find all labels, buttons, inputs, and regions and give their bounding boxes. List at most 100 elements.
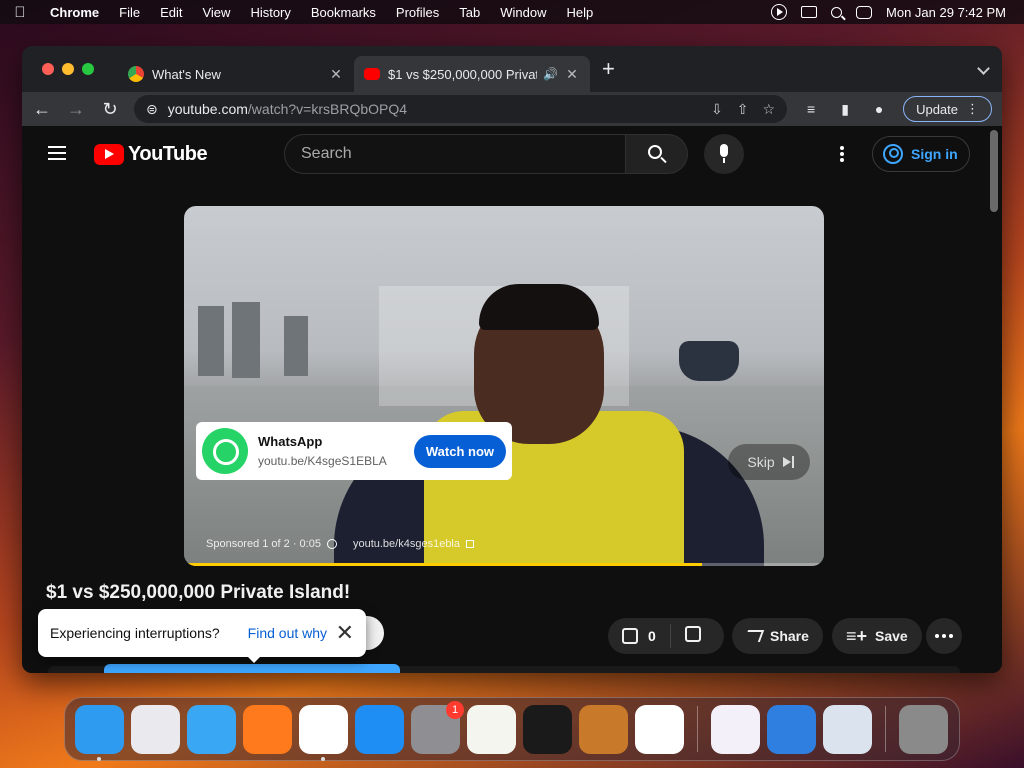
tab-whats-new[interactable]: What's New ✕ <box>118 56 354 92</box>
tab-youtube-video[interactable]: $1 vs $250,000,000 Privat 🔊 ✕ <box>354 56 590 92</box>
minimize-window-button[interactable] <box>62 63 74 75</box>
bookmark-star-icon[interactable]: ☆ <box>763 101 776 118</box>
skip-next-icon <box>782 456 794 468</box>
menu-app-name[interactable]: Chrome <box>40 5 109 20</box>
menu-profiles[interactable]: Profiles <box>386 5 449 20</box>
dock-firefox-icon[interactable] <box>243 704 292 754</box>
sign-in-button[interactable]: Sign in <box>872 136 970 172</box>
dock-finder-icon[interactable] <box>75 704 124 761</box>
profile-icon[interactable]: ● <box>869 101 889 117</box>
youtube-logo[interactable]: YouTube <box>94 143 208 166</box>
page-scrollbar[interactable] <box>990 130 998 212</box>
close-tooltip-icon[interactable]: ✕ <box>336 622 354 644</box>
menu-bookmarks[interactable]: Bookmarks <box>301 5 386 20</box>
url-path: /watch?v=krsBRQbOPQ4 <box>247 101 408 117</box>
tooltip-anchor-highlight <box>104 664 400 673</box>
back-button[interactable]: ← <box>32 99 52 120</box>
media-controls-icon[interactable]: ≡ <box>801 101 821 117</box>
menu-help[interactable]: Help <box>557 5 604 20</box>
menu-history[interactable]: History <box>240 5 300 20</box>
dock-system-settings-icon[interactable]: 1 <box>411 700 464 754</box>
search-icon <box>648 145 662 159</box>
guide-menu-icon[interactable] <box>48 146 66 160</box>
like-count: 0 <box>648 628 656 644</box>
chrome-menu-kebab-icon[interactable]: ⋮ <box>966 101 979 117</box>
youtube-play-logo-icon <box>94 144 124 165</box>
save-label: Save <box>875 628 908 644</box>
reload-button[interactable]: ↻ <box>100 99 120 120</box>
settings-kebab-icon[interactable] <box>840 146 844 162</box>
dock-weather-icon[interactable] <box>767 704 816 754</box>
tooltip-pointer <box>246 655 262 663</box>
tab-search-chevron-icon[interactable] <box>977 62 990 75</box>
menu-file[interactable]: File <box>109 5 150 20</box>
dock-launchpad-icon[interactable] <box>131 704 180 754</box>
close-tab-icon[interactable]: ✕ <box>564 66 580 83</box>
dock-terminal-icon[interactable] <box>523 704 572 754</box>
new-tab-button[interactable]: + <box>602 58 615 80</box>
skip-ad-button[interactable]: Skip <box>728 444 810 480</box>
dock-app-store-icon[interactable] <box>355 704 404 754</box>
macos-menubar:  Chrome File Edit View History Bookmark… <box>0 0 1024 24</box>
voice-search-mic-icon[interactable] <box>704 134 744 174</box>
youtube-page: YouTube Search Sign in WhatsApp youtu.be… <box>22 126 1002 673</box>
close-window-button[interactable] <box>42 63 54 75</box>
forward-button[interactable]: → <box>66 99 86 120</box>
tab-label: $1 vs $250,000,000 Privat <box>388 66 538 82</box>
close-tab-icon[interactable]: ✕ <box>328 66 344 83</box>
screen-mirroring-icon[interactable] <box>801 6 818 18</box>
media-play-icon[interactable] <box>771 4 788 20</box>
zoom-window-button[interactable] <box>82 63 94 75</box>
dock-safari-icon[interactable] <box>187 704 236 754</box>
dock-preview-icon[interactable] <box>823 704 872 754</box>
running-indicator <box>321 756 325 761</box>
ad-progress-bar[interactable] <box>184 563 824 566</box>
thumbs-down-icon <box>684 625 701 642</box>
apple-menu-icon[interactable]:  <box>0 4 40 21</box>
tooltip-message: Experiencing interruptions? <box>50 625 220 641</box>
more-actions-button[interactable] <box>926 618 962 654</box>
site-info-icon[interactable]: ⊜ <box>146 101 158 118</box>
youtube-logo-text: YouTube <box>128 143 208 165</box>
side-panel-icon[interactable]: ▮ <box>835 101 855 118</box>
address-bar[interactable]: ⊜ youtube.com/watch?v=krsBRQbOPQ4 ⇩ ⇧ ☆ <box>134 95 788 123</box>
sign-in-label: Sign in <box>911 146 958 162</box>
find-out-why-link[interactable]: Find out why <box>248 625 327 641</box>
video-frame-building <box>232 302 260 378</box>
menu-tab[interactable]: Tab <box>449 5 490 20</box>
ad-overlay-card[interactable]: WhatsApp youtu.be/K4sgeS1EBLA Watch now <box>196 422 512 480</box>
search-input[interactable]: Search <box>284 134 626 174</box>
dock-visual-studio-icon[interactable] <box>711 704 760 754</box>
video-player[interactable]: WhatsApp youtu.be/K4sgeS1EBLA Watch now … <box>184 206 824 566</box>
dislike-button[interactable] <box>671 625 715 647</box>
external-link-icon <box>466 540 474 548</box>
update-chrome-button[interactable]: Update ⋮ <box>903 96 992 122</box>
control-center-icon[interactable] <box>856 5 873 19</box>
skip-label: Skip <box>747 454 775 470</box>
install-app-icon[interactable]: ⇩ <box>711 101 723 118</box>
account-circle-icon <box>883 144 903 164</box>
ad-info-icon[interactable] <box>326 539 337 549</box>
spotlight-search-icon[interactable] <box>831 6 843 18</box>
dock-garageband-icon[interactable] <box>579 704 628 754</box>
watch-now-button[interactable]: Watch now <box>413 434 506 468</box>
video-frame-building <box>198 306 224 376</box>
dock-chrome-icon[interactable] <box>299 704 348 761</box>
audio-playing-icon[interactable]: 🔊 <box>543 67 558 81</box>
dock-vs-code-icon[interactable] <box>635 704 684 754</box>
save-button[interactable]: ≡+ Save <box>832 618 922 654</box>
ad-meta-link[interactable]: youtu.be/k4sges1ebla <box>353 538 460 550</box>
dock-trash-icon[interactable] <box>899 704 948 754</box>
like-button[interactable]: 0 <box>608 624 671 648</box>
menu-view[interactable]: View <box>192 5 240 20</box>
search-bar: Search <box>284 134 688 174</box>
share-page-icon[interactable]: ⇧ <box>737 101 749 118</box>
search-button[interactable] <box>626 134 688 174</box>
menubar-clock[interactable]: Mon Jan 29 7:42 PM <box>886 5 1006 20</box>
dock-textedit-icon[interactable] <box>467 704 516 754</box>
video-frame-person-hair <box>479 284 599 330</box>
menu-window[interactable]: Window <box>490 5 556 20</box>
menu-edit[interactable]: Edit <box>150 5 192 20</box>
share-button[interactable]: Share <box>732 618 823 654</box>
tab-strip: What's New ✕ $1 vs $250,000,000 Privat 🔊… <box>22 46 1002 92</box>
